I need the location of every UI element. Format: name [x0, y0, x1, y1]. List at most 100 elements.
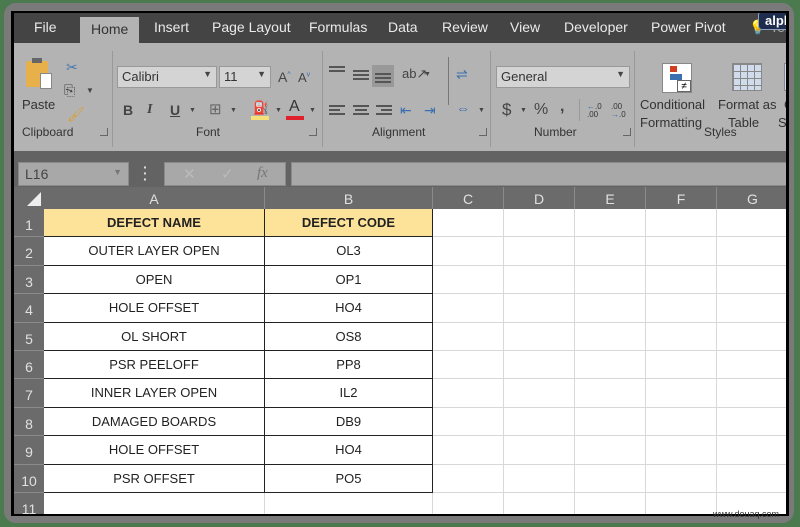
cell-d11[interactable] [504, 493, 575, 514]
formula-input[interactable] [291, 162, 786, 186]
cell-c10[interactable] [433, 464, 504, 493]
decrease-decimal-button[interactable]: .00 →.0 [611, 103, 626, 119]
tab-page-layout[interactable]: Page Layout [212, 19, 291, 35]
cell-g5[interactable] [717, 323, 786, 351]
cell-f10[interactable] [646, 464, 717, 493]
font-size-dropdown[interactable]: 11 ▼ [219, 66, 271, 88]
align-left-icon[interactable] [329, 105, 345, 117]
cell-f11[interactable] [646, 493, 717, 514]
cell-b3[interactable]: OP1 [265, 265, 433, 295]
cell-a10[interactable]: PSR OFFSET [44, 464, 265, 493]
cell-d8[interactable] [504, 407, 575, 437]
cell-a8[interactable]: DAMAGED BOARDS [44, 407, 265, 437]
cell-b4[interactable]: HO4 [265, 294, 433, 323]
cut-icon[interactable]: ✂ [66, 60, 78, 74]
cell-styles-button[interactable]: C Styl [778, 61, 786, 130]
cell-c2[interactable] [433, 237, 504, 266]
cell-e6[interactable] [575, 351, 646, 380]
cell-a11[interactable] [44, 493, 265, 514]
cell-f2[interactable] [646, 237, 717, 266]
cell-e4[interactable] [575, 294, 646, 323]
format-as-table-button[interactable]: Format as Table [718, 61, 780, 130]
row-header-8[interactable]: 8 [14, 407, 44, 437]
percent-button[interactable]: % [534, 102, 548, 118]
conditional-formatting-button[interactable]: ≠ Conditional Formatting [640, 61, 716, 130]
increase-decimal-button[interactable]: ←.0.00 [587, 103, 602, 119]
currency-dropdown-icon[interactable]: ▼ [520, 107, 527, 114]
cell-g8[interactable] [717, 408, 786, 437]
cell-e3[interactable] [575, 265, 646, 295]
paste-button[interactable]: Paste [22, 57, 56, 115]
fill-color-dropdown-icon[interactable]: ▼ [275, 107, 282, 114]
cell-b9[interactable]: HO4 [265, 436, 433, 465]
increase-indent-icon[interactable]: ⇥ [424, 103, 436, 117]
select-all-button[interactable] [14, 187, 44, 209]
font-name-dropdown[interactable]: Calibri ▼ [117, 66, 217, 88]
row-header-5[interactable]: 5 [14, 322, 44, 351]
cell-d10[interactable] [504, 464, 575, 493]
cell-c6[interactable] [433, 351, 504, 380]
tab-file[interactable]: File [34, 19, 57, 35]
cell-d2[interactable] [504, 237, 575, 266]
cell-g1[interactable] [717, 209, 786, 238]
cell-g6[interactable] [717, 351, 786, 380]
copy-icon[interactable]: ⎘ [64, 83, 75, 97]
column-header-a[interactable]: A [44, 187, 265, 209]
row-header-9[interactable]: 9 [14, 436, 44, 465]
bold-button[interactable]: B [123, 103, 133, 117]
currency-button[interactable]: $ [502, 101, 511, 118]
column-header-g[interactable]: G [717, 187, 786, 209]
top-align-icon[interactable] [329, 66, 345, 78]
cell-a1[interactable]: DEFECT NAME [44, 209, 265, 238]
cell-c1[interactable] [433, 209, 504, 238]
align-right-icon[interactable] [376, 105, 392, 117]
tab-insert[interactable]: Insert [154, 19, 189, 35]
cell-f6[interactable] [646, 351, 717, 380]
cell-b7[interactable]: IL2 [265, 379, 433, 408]
cell-b10[interactable]: PO5 [265, 464, 433, 493]
bottom-align-button[interactable] [372, 65, 394, 87]
underline-button[interactable]: U [170, 103, 180, 117]
number-format-dropdown[interactable]: General ▼ [496, 66, 630, 88]
cell-b11[interactable] [265, 493, 433, 514]
row-header-6[interactable]: 6 [14, 351, 44, 380]
cell-a5[interactable]: OL SHORT [44, 322, 265, 351]
column-header-c[interactable]: C [433, 187, 504, 209]
cell-b1[interactable]: DEFECT CODE [265, 209, 433, 238]
name-box[interactable]: L16 ▼ [18, 162, 129, 186]
row-header-3[interactable]: 3 [14, 265, 44, 295]
underline-dropdown-icon[interactable]: ▼ [189, 107, 196, 114]
cell-e5[interactable] [575, 322, 646, 351]
tab-formulas[interactable]: Formulas [309, 19, 367, 35]
merge-center-icon[interactable]: ⇔ [456, 101, 470, 115]
comma-button[interactable]: , [560, 99, 564, 115]
row-header-1[interactable]: 1 [14, 209, 44, 238]
tab-power-pivot[interactable]: Power Pivot [651, 19, 726, 35]
column-header-d[interactable]: D [504, 187, 575, 209]
cell-a2[interactable]: OUTER LAYER OPEN [44, 237, 265, 266]
cell-e11[interactable] [575, 493, 646, 514]
enter-icon[interactable]: ✓ [221, 165, 234, 183]
more-icon[interactable]: · · · [143, 160, 148, 186]
cell-e1[interactable] [575, 209, 646, 238]
number-launcher-icon[interactable] [623, 128, 631, 136]
cell-e7[interactable] [575, 379, 646, 408]
cell-b6[interactable]: PP8 [265, 351, 433, 380]
clipboard-launcher-icon[interactable] [100, 128, 108, 136]
cell-f4[interactable] [646, 294, 717, 323]
cell-c11[interactable] [433, 493, 504, 514]
alignment-launcher-icon[interactable] [479, 128, 487, 136]
tab-data[interactable]: Data [388, 19, 418, 35]
cell-d7[interactable] [504, 379, 575, 408]
cell-e10[interactable] [575, 464, 646, 493]
insert-function-icon[interactable]: fx [257, 165, 268, 182]
italic-button[interactable]: I [147, 103, 152, 117]
row-header-11[interactable]: 11 [14, 493, 44, 514]
font-launcher-icon[interactable] [309, 128, 317, 136]
middle-align-icon[interactable] [353, 70, 369, 82]
borders-icon[interactable]: ⊞ [209, 102, 222, 117]
font-color-button[interactable]: A [286, 99, 306, 121]
cell-g4[interactable] [717, 294, 786, 323]
cell-d1[interactable] [504, 209, 575, 238]
cell-f1[interactable] [646, 209, 717, 238]
